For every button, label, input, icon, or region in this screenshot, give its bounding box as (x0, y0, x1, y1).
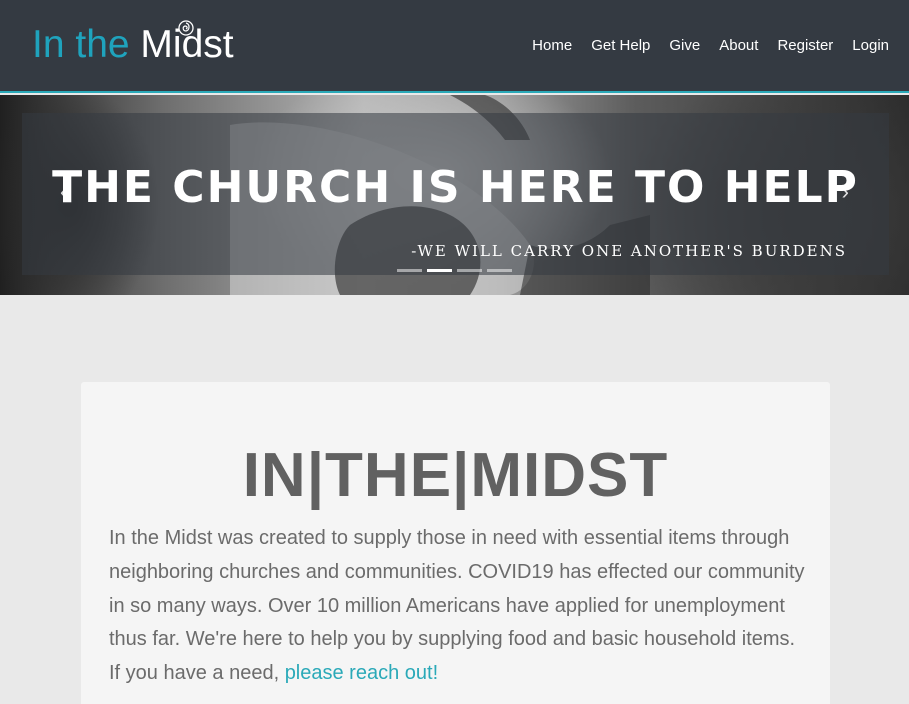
hero-carousel: THE CHURCH IS HERE TO HELP -WE WILL CARR… (0, 95, 909, 295)
reach-out-link[interactable]: please reach out! (285, 662, 438, 684)
carousel-indicator[interactable] (457, 269, 482, 272)
hero-title: THE CHURCH IS HERE TO HELP (52, 162, 859, 213)
navbar: In the Midst Home Get Help Give About Re… (0, 0, 909, 93)
nav-about[interactable]: About (719, 37, 758, 54)
carousel-indicator-active[interactable] (427, 269, 452, 272)
page-title: IN|THE|MIDST (242, 441, 669, 510)
carousel-indicators (397, 269, 512, 272)
nav-home[interactable]: Home (532, 37, 572, 54)
nav-give[interactable]: Give (669, 37, 700, 54)
nav-login[interactable]: Login (852, 37, 889, 54)
main-nav: Home Get Help Give About Register Login (532, 37, 889, 55)
carousel-indicator[interactable] (487, 269, 512, 272)
nav-get-help[interactable]: Get Help (591, 37, 650, 54)
hero-subtitle: -WE WILL CARRY ONE ANOTHER'S BURDENS (411, 242, 847, 260)
nav-register[interactable]: Register (777, 37, 833, 54)
intro-text: In the Midst was created to supply those… (109, 522, 809, 691)
intro-card: IN|THE|MIDST In the Midst was created to… (81, 382, 830, 704)
chevron-right-icon[interactable]: › (842, 181, 849, 203)
brand-text-part1: In the (32, 23, 141, 66)
rose-logo-icon (178, 20, 194, 36)
carousel-indicator[interactable] (397, 269, 422, 272)
chevron-left-icon[interactable]: ‹ (60, 181, 67, 203)
intro-body: In the Midst was created to supply those… (109, 527, 805, 685)
brand-logo[interactable]: In the Midst (32, 22, 234, 68)
